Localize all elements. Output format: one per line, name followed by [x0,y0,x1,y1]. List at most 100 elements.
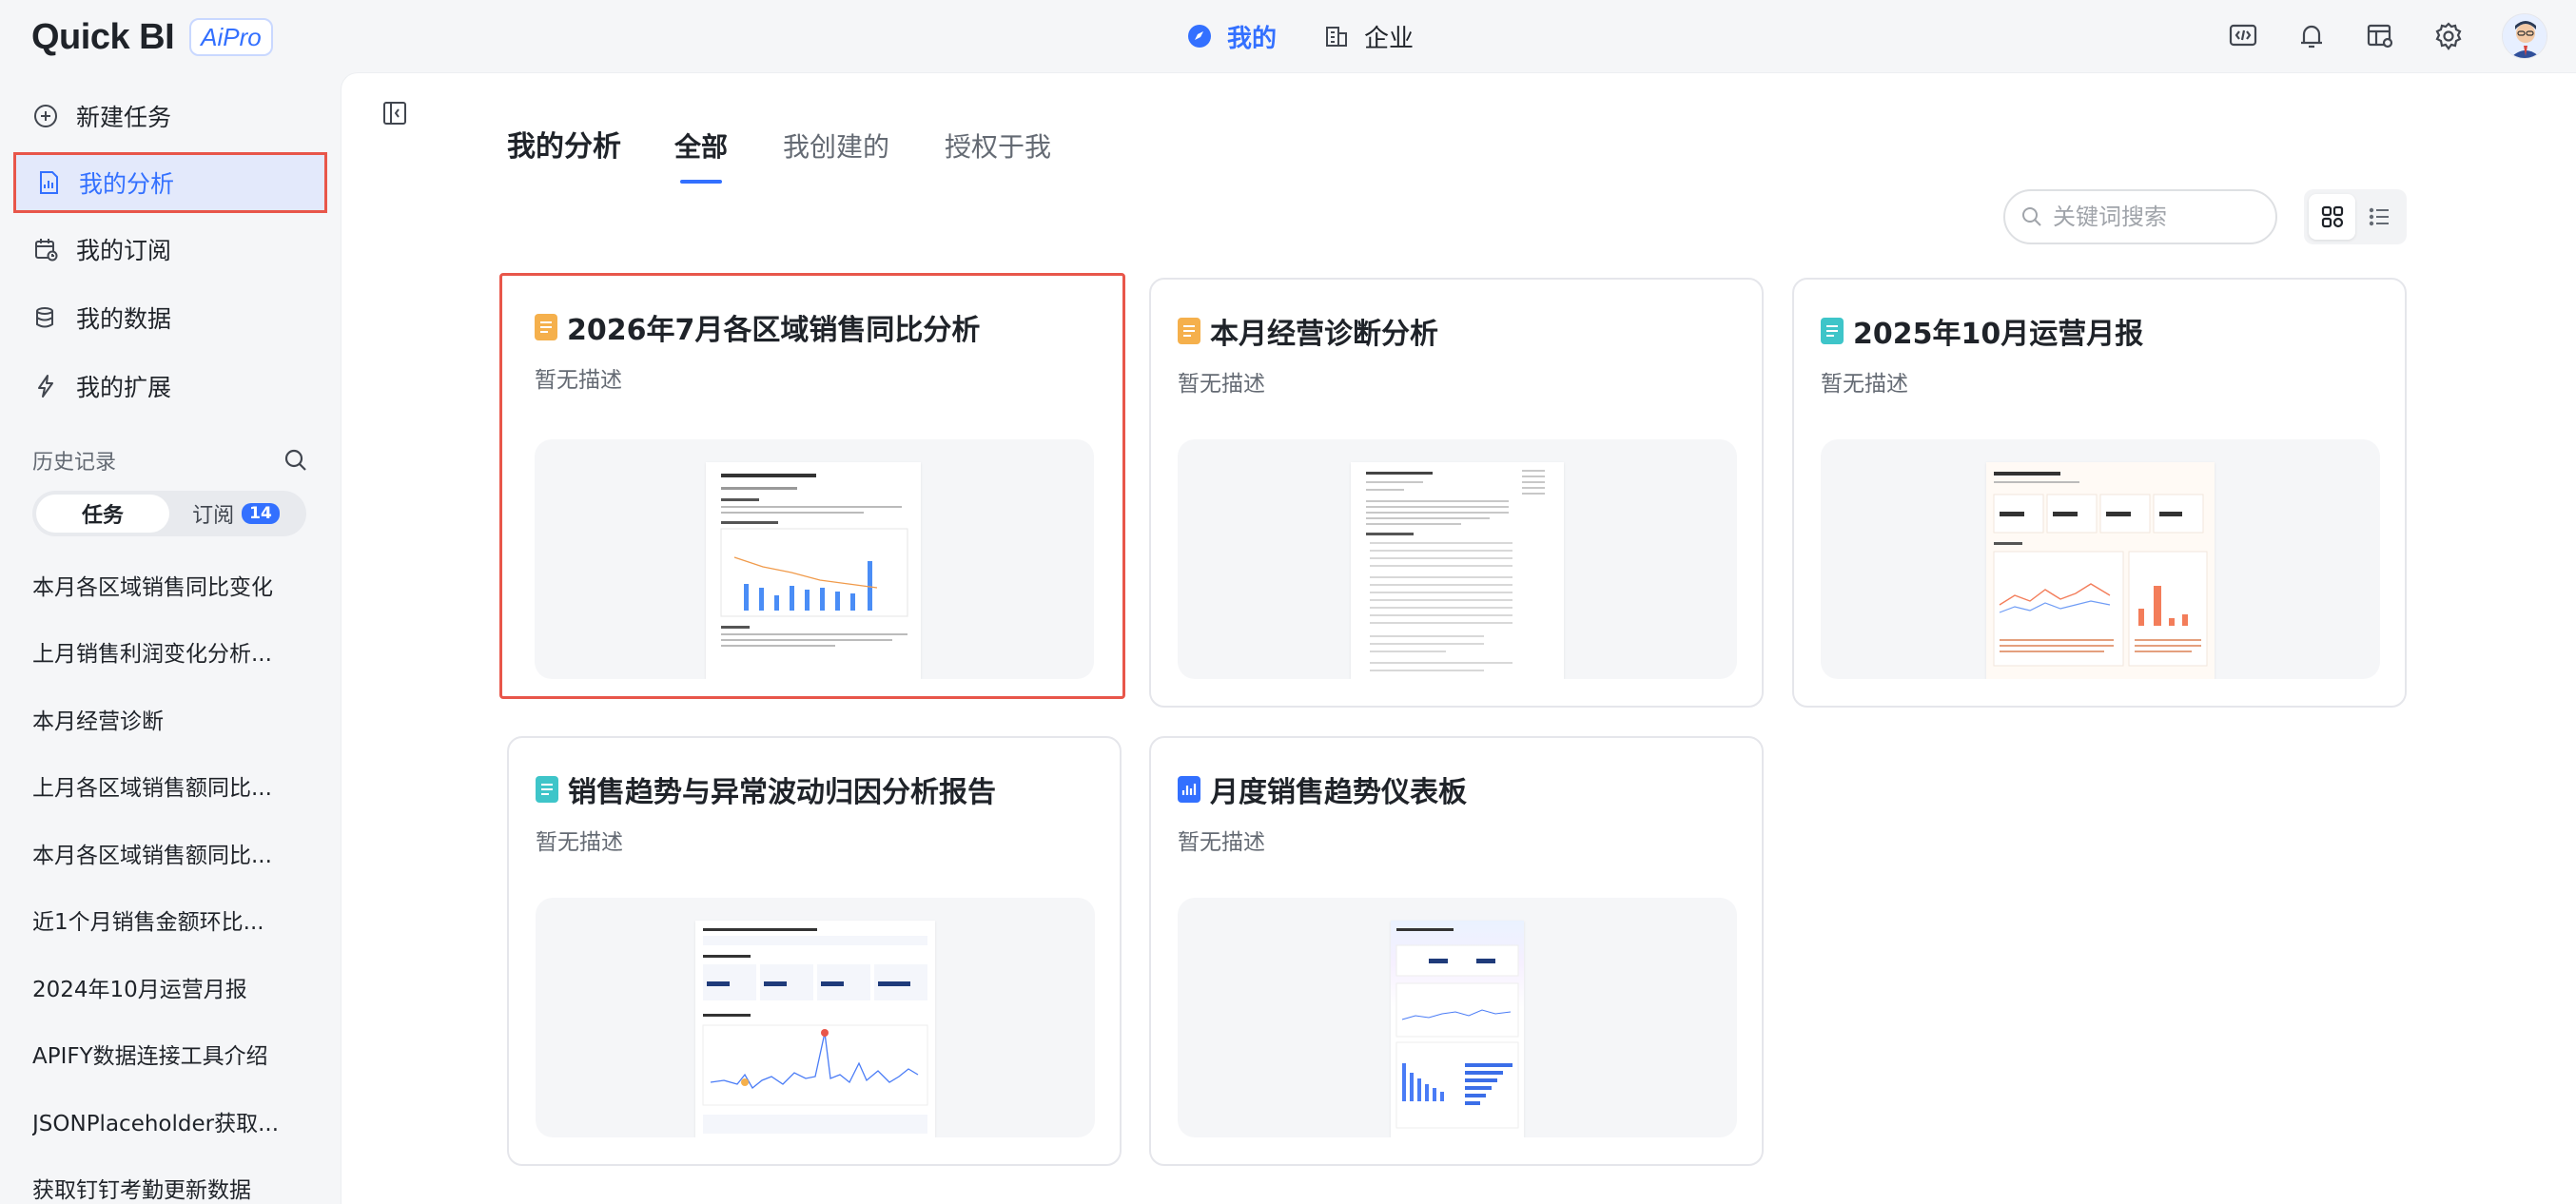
database-icon [36,307,53,328]
report-doc-icon [1178,318,1200,344]
sidebar-item-my-data[interactable]: 我的数据 [13,287,327,348]
tab-all[interactable]: 全部 [674,119,728,184]
top-toolbar [2228,13,2547,59]
search-input[interactable] [2053,204,2262,230]
card-description: 暂无描述 [1178,830,1265,855]
history-item[interactable]: 上月各区域销售额同比... [32,769,299,802]
top-tabs: 我的 企业 [1187,13,1414,59]
ai-pro-badge: AiPro [189,18,273,56]
tab-mine-label: 我的 [1227,24,1278,53]
tab-enterprise[interactable]: 企业 [1324,19,1414,54]
card-thumbnail [1821,439,2380,679]
brand-name: Quick BI [31,16,175,57]
sidebar-item-my-subscriptions[interactable]: 我的订阅 [13,219,327,280]
report-preview [706,462,921,679]
tab-mine[interactable]: 我的 [1187,19,1277,54]
subscription-count-badge: 14 [242,503,280,524]
compass-icon [1188,25,1211,48]
lightning-icon [38,375,53,398]
plus-circle-icon [34,105,57,127]
search-icon[interactable] [283,448,308,473]
card-description: 暂无描述 [535,368,622,393]
sidebar-item-label: 我的数据 [76,305,172,333]
history-item[interactable]: 本月各区域销售额同比... [32,837,299,869]
card-description: 暂无描述 [536,830,623,855]
dashboard-preview [1391,921,1524,1137]
card-title: 月度销售趋势仪表板 [1210,776,1467,809]
history-item[interactable]: 近1个月销售金额环比... [32,903,299,936]
analysis-card[interactable]: 本月经营诊断分析 暂无描述 [1149,278,1764,708]
card-title: 2026年7月各区域销售同比分析 [567,314,981,347]
history-item[interactable]: 获取钉钉考勤更新数据 [32,1172,299,1204]
analysis-card[interactable]: 销售趋势与异常波动归因分析报告 暂无描述 [507,736,1122,1166]
card-header: 销售趋势与异常波动归因分析报告 [536,768,996,810]
sidebar-item-label: 我的订阅 [76,237,172,264]
sidebar: 新建任务 我的分析 我的订阅 我的数据 我的扩展 历史记录 任务 订阅 14 本… [0,72,341,1204]
history-item[interactable]: 2024年10月运营月报 [32,971,299,1003]
bell-icon[interactable] [2296,21,2327,51]
card-title: 销售趋势与异常波动归因分析报告 [568,776,996,809]
gear-icon[interactable] [2433,21,2464,51]
sidebar-item-new-task[interactable]: 新建任务 [13,86,327,146]
tab-shared-with-me[interactable]: 授权于我 [945,119,1051,176]
report-doc-icon [1821,318,1844,344]
card-header: 月度销售趋势仪表板 [1178,768,1467,810]
history-item[interactable]: JSONPlaceholder获取... [32,1105,299,1137]
main-panel: 我的分析 全部 我创建的 授权于我 2026年7月各区域销售同比分析 暂无描述 [341,72,2576,1204]
building-icon [1326,27,1348,47]
analysis-doc-icon [40,171,58,194]
report-doc-icon [535,314,557,340]
sidebar-item-label: 我的分析 [79,170,175,198]
tab-enterprise-label: 企业 [1364,24,1415,53]
card-header: 2026年7月各区域销售同比分析 [535,306,980,348]
history-item[interactable]: 上月销售利润变化分析... [32,635,299,668]
table-settings-icon[interactable] [2365,21,2395,51]
segment-subscriptions-label: 订阅 [192,504,235,528]
card-thumbnail [1178,898,1737,1137]
list-view-icon [2369,207,2389,226]
report-doc-icon [536,776,558,803]
logo[interactable]: Quick BI AiPro [31,15,273,59]
card-thumbnail [536,898,1095,1137]
card-description: 暂无描述 [1178,372,1265,397]
list-view-button[interactable] [2355,194,2402,240]
report-preview [695,921,935,1137]
analysis-card[interactable]: 月度销售趋势仪表板 暂无描述 [1149,736,1764,1166]
calendar-subscribe-icon [35,239,58,262]
card-description: 暂无描述 [1821,372,1908,397]
card-title: 2025年10月运营月报 [1853,318,2144,351]
view-toggle [2304,189,2407,244]
card-header: 2025年10月运营月报 [1821,310,2143,352]
card-thumbnail [535,439,1094,679]
user-avatar[interactable] [2502,13,2547,59]
report-preview [1986,462,2215,679]
report-preview [1351,462,1564,679]
history-item[interactable]: APIFY数据连接工具介绍 [32,1038,299,1070]
card-thumbnail [1178,439,1737,679]
history-segment-control: 任务 订阅 14 [32,491,306,536]
grid-view-button[interactable] [2309,194,2355,240]
collapse-sidebar-icon[interactable] [381,100,408,126]
tab-created-by-me[interactable]: 我创建的 [783,119,889,176]
analysis-card[interactable]: 2026年7月各区域销售同比分析 暂无描述 [499,273,1125,699]
sidebar-item-label: 新建任务 [76,104,172,131]
analysis-card[interactable]: 2025年10月运营月报 暂无描述 [1792,278,2407,708]
history-item[interactable]: 本月经营诊断 [32,703,299,735]
code-window-icon[interactable] [2228,21,2258,51]
history-item[interactable]: 本月各区域销售同比变化 [32,569,299,601]
page-title: 我的分析 [507,130,621,164]
top-bar: Quick BI AiPro 我的 企业 [0,0,2576,72]
segment-subscriptions[interactable]: 订阅 14 [169,495,302,533]
dashboard-icon [1178,776,1200,803]
history-label: 历史记录 [32,451,117,475]
filter-tabs: 我的分析 全部 我创建的 授权于我 [507,119,1106,184]
segment-tasks-label: 任务 [81,504,124,528]
grid-view-icon [2321,205,2343,228]
sidebar-item-my-analysis[interactable]: 我的分析 [13,152,327,213]
search-box[interactable] [2003,189,2277,244]
search-icon [2022,207,2041,226]
card-title: 本月经营诊断分析 [1210,318,1438,351]
sidebar-item-my-extensions[interactable]: 我的扩展 [13,356,327,417]
segment-tasks[interactable]: 任务 [36,495,169,533]
card-header: 本月经营诊断分析 [1178,310,1438,352]
